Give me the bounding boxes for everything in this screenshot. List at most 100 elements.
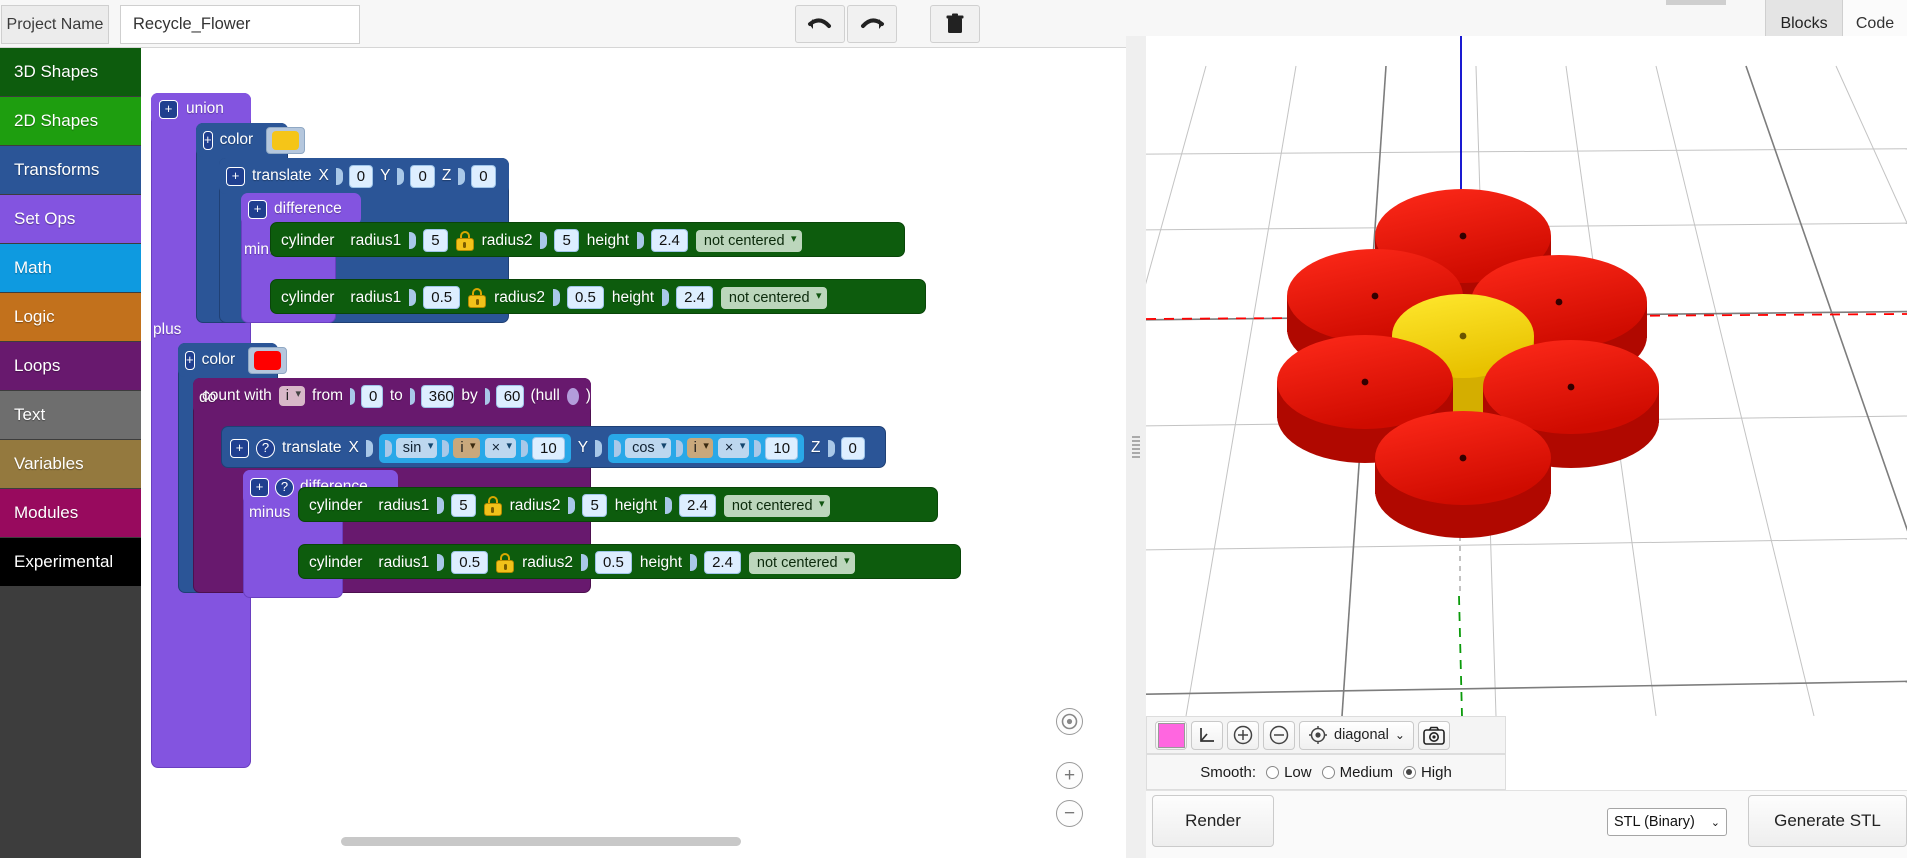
difference-loop-expand-toggle[interactable]: + <box>250 477 269 497</box>
block-difference-top-header[interactable]: + difference <box>241 193 361 225</box>
sidebar-item-text[interactable]: Text <box>0 391 141 439</box>
color-yellow-expand-toggle[interactable]: + <box>203 130 213 150</box>
x-operator-dropdown[interactable]: × <box>484 438 517 458</box>
sidebar-item-transforms[interactable]: Transforms <box>0 146 141 194</box>
smooth-option-high[interactable]: High <box>1402 764 1452 781</box>
cyl-top-outer-height-value[interactable]: 2.4 <box>651 229 688 252</box>
block-color-yellow-header[interactable]: + color <box>196 123 306 157</box>
cyl-top-inner-radius1-value[interactable]: 0.5 <box>423 286 461 309</box>
difference-loop-help-icon[interactable]: ? <box>275 477 294 497</box>
sidebar-item-math[interactable]: Math <box>0 244 141 292</box>
color-red-expand-toggle[interactable]: + <box>185 350 195 370</box>
cyl-top-inner-radius2-value[interactable]: 0.5 <box>566 286 604 309</box>
block-union-header[interactable]: + union <box>151 93 251 125</box>
sidebar-item-2d-shapes[interactable]: 2D Shapes <box>0 97 141 145</box>
block-color-red-header[interactable]: + color <box>178 343 288 377</box>
count-with-by-value[interactable]: 60 <box>495 384 524 408</box>
hull-toggle[interactable] <box>566 387 579 405</box>
block-workspace[interactable]: + union plus + color + translate X 0 Y 0… <box>141 48 1146 858</box>
smooth-option-low[interactable]: Low <box>1266 764 1312 781</box>
workspace-zoom-out-button[interactable]: − <box>1056 800 1083 827</box>
sidebar-item-set-ops[interactable]: Set Ops <box>0 195 141 243</box>
translate-top-z-value[interactable]: 0 <box>471 164 496 188</box>
smooth-option-medium[interactable]: Medium <box>1321 764 1393 781</box>
redo-button[interactable] <box>847 5 897 43</box>
lock-icon[interactable] <box>468 287 487 308</box>
render-button[interactable]: Render <box>1152 795 1274 847</box>
translate-loop-y-expression[interactable]: cos i × 10 <box>608 433 805 463</box>
union-expand-toggle[interactable]: + <box>159 99 178 119</box>
lock-icon[interactable] <box>483 495 502 516</box>
cyl-top-outer-radius1-value[interactable]: 5 <box>423 229 448 252</box>
cyl-top-outer-centering-dropdown[interactable]: not centered <box>695 229 802 252</box>
block-translate-loop[interactable]: + ? translate X sin i × 10 Y <box>221 426 886 468</box>
sidebar-item-logic[interactable]: Logic <box>0 293 141 341</box>
sidebar-item-experimental[interactable]: Experimental <box>0 538 141 586</box>
block-count-with-header[interactable]: count with i from 0 to 360 by 60 (hull ) <box>193 378 591 414</box>
block-cylinder-loop-inner[interactable]: cylinder radius1 0.5 radius2 0.5 height … <box>298 544 961 579</box>
color-yellow-swatch-button[interactable] <box>266 126 306 154</box>
cyl-loop-inner-radius1-value[interactable]: 0.5 <box>451 551 489 574</box>
count-with-variable[interactable]: i <box>278 386 306 406</box>
translate-loop-expand-toggle[interactable]: + <box>230 438 249 458</box>
y-variable-dropdown[interactable]: i <box>686 438 713 458</box>
difference-loop-minus-label: minus <box>249 504 291 521</box>
translate-loop-z-value[interactable]: 0 <box>840 436 865 460</box>
block-cylinder-top-inner[interactable]: cylinder radius1 0.5 radius2 0.5 height … <box>270 279 926 314</box>
translate-loop-label: translate <box>282 439 342 456</box>
viewer-view-mode-dropdown[interactable]: diagonal ⌄ <box>1299 720 1414 750</box>
block-cylinder-top-outer[interactable]: cylinder radius1 5 radius2 5 height 2.4 … <box>270 222 905 257</box>
delete-button[interactable] <box>930 5 980 43</box>
cyl-loop-outer-height-value[interactable]: 2.4 <box>679 494 716 517</box>
translate-top-y-value[interactable]: 0 <box>410 164 435 188</box>
cyl-loop-inner-radius2-value[interactable]: 0.5 <box>594 551 632 574</box>
block-cylinder-loop-outer[interactable]: cylinder radius1 5 radius2 5 height 2.4 … <box>298 487 938 522</box>
x-function-dropdown[interactable]: sin <box>395 438 438 458</box>
count-with-to-value[interactable]: 360 <box>420 384 455 408</box>
y-multiplier-value[interactable]: 10 <box>765 436 799 460</box>
viewer-screenshot-button[interactable] <box>1417 720 1450 750</box>
sidebar-item-loops[interactable]: Loops <box>0 342 141 390</box>
lock-icon[interactable] <box>455 230 474 251</box>
sidebar-item-3d-shapes[interactable]: 3D Shapes <box>0 48 141 96</box>
difference-top-expand-toggle[interactable]: + <box>248 199 267 219</box>
cyl-loop-outer-centering-dropdown[interactable]: not centered <box>723 494 830 517</box>
color-red-swatch-button[interactable] <box>248 346 288 374</box>
lock-icon[interactable] <box>496 552 515 573</box>
workspace-horizontal-scrollbar[interactable] <box>341 837 741 846</box>
cyl-top-inner-height-value[interactable]: 2.4 <box>676 286 713 309</box>
undo-button[interactable] <box>795 5 845 43</box>
3d-viewport[interactable] <box>1146 36 1907 716</box>
sidebar-item-variables[interactable]: Variables <box>0 440 141 488</box>
y-operator-dropdown[interactable]: × <box>717 438 750 458</box>
workspace-center-button[interactable] <box>1056 708 1083 735</box>
smooth-low-radio[interactable] <box>1266 765 1280 779</box>
translate-top-x-value[interactable]: 0 <box>348 164 374 188</box>
x-multiplier-value[interactable]: 10 <box>532 436 565 460</box>
panel-splitter[interactable] <box>1126 36 1146 858</box>
smooth-medium-radio[interactable] <box>1321 765 1335 779</box>
viewer-color-button[interactable] <box>1155 720 1187 750</box>
viewer-zoom-in-button[interactable] <box>1227 720 1259 750</box>
cyl-top-inner-centering-dropdown[interactable]: not centered <box>720 286 827 309</box>
translate-top-expand-toggle[interactable]: + <box>226 166 245 186</box>
block-translate-top-header[interactable]: + translate X 0 Y 0 Z 0 <box>219 158 509 194</box>
cyl-top-outer-radius2-value[interactable]: 5 <box>554 229 579 252</box>
stl-format-select[interactable]: STL (Binary) ⌄ <box>1607 808 1727 836</box>
translate-loop-x-expression[interactable]: sin i × 10 <box>378 433 571 463</box>
project-name-input[interactable]: Recycle_Flower <box>120 5 360 44</box>
smooth-high-radio[interactable] <box>1402 765 1416 779</box>
cyl-loop-outer-radius2-value[interactable]: 5 <box>582 494 607 517</box>
translate-loop-help-icon[interactable]: ? <box>256 438 275 458</box>
generate-stl-button[interactable]: Generate STL <box>1748 795 1907 847</box>
viewer-zoom-out-button[interactable] <box>1263 720 1295 750</box>
count-with-from-value[interactable]: 0 <box>360 384 383 408</box>
workspace-zoom-in-button[interactable]: + <box>1056 762 1083 789</box>
y-function-dropdown[interactable]: cos <box>625 438 671 458</box>
cyl-loop-outer-radius1-value[interactable]: 5 <box>451 494 476 517</box>
x-variable-dropdown[interactable]: i <box>453 438 480 458</box>
cyl-loop-inner-centering-dropdown[interactable]: not centered <box>748 551 855 574</box>
cyl-loop-inner-height-value[interactable]: 2.4 <box>704 551 741 574</box>
sidebar-item-modules[interactable]: Modules <box>0 489 141 537</box>
viewer-axes-button[interactable] <box>1191 720 1223 750</box>
